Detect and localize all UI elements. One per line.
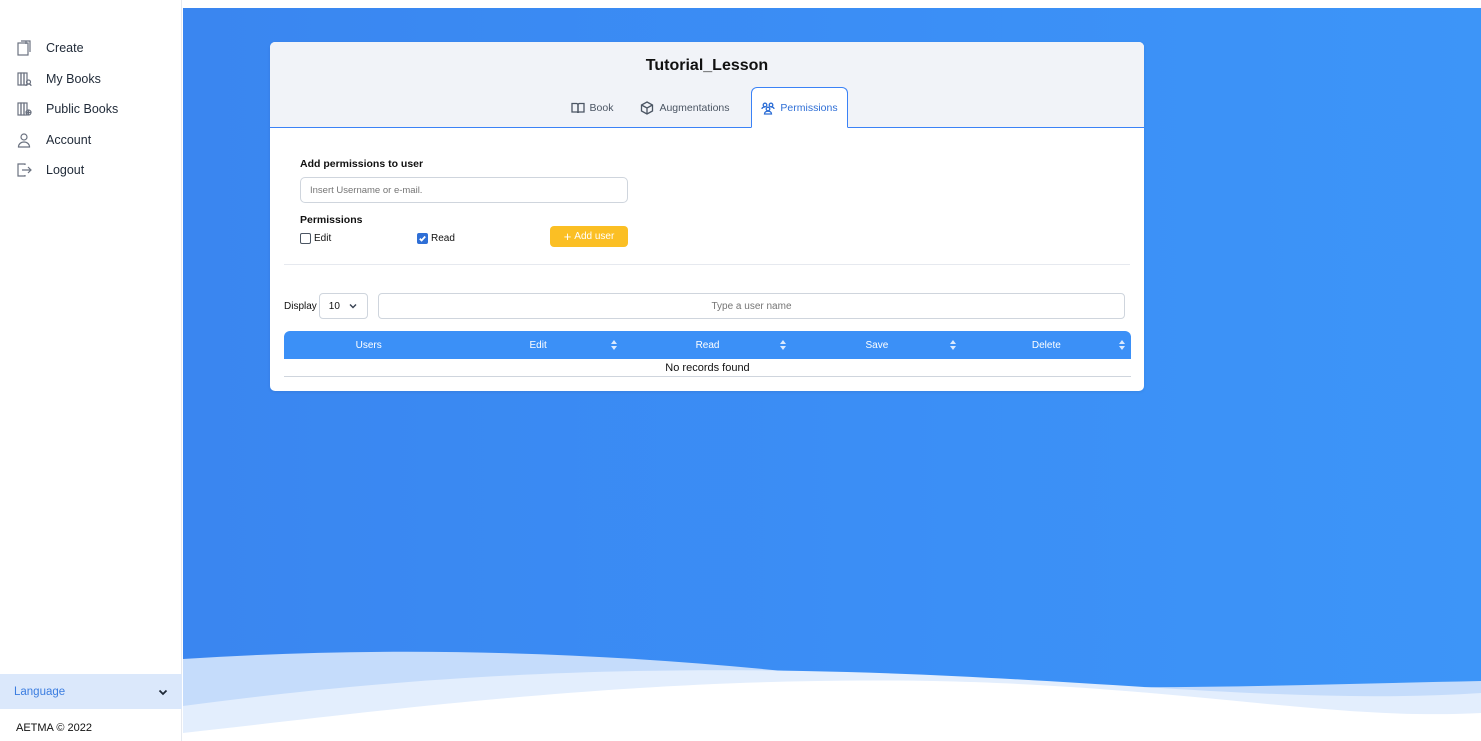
check-icon (419, 235, 426, 242)
column-header-users[interactable]: Users (284, 331, 453, 359)
sidebar-item-label: Public Books (46, 102, 119, 117)
checkbox-unchecked (300, 233, 311, 244)
column-label: Users (355, 339, 382, 351)
plus-icon: + (563, 229, 572, 244)
sidebar-item-label: Logout (46, 163, 85, 178)
language-select[interactable]: Language (0, 674, 182, 709)
background-wave (183, 651, 1481, 741)
add-user-button[interactable]: + Add user (550, 226, 628, 247)
main-area: Tutorial_Lesson Book Augmentations Permi… (183, 8, 1481, 741)
divider (284, 264, 1130, 265)
permissions-table: Users Edit Read Save Delete No records f… (284, 331, 1131, 377)
permissions-label: Permissions (300, 214, 363, 226)
account-icon (16, 132, 32, 148)
column-label: Read (695, 339, 720, 351)
sidebar-item-public-books[interactable]: Public Books (0, 94, 182, 125)
tab-bar: Book Augmentations Permissions (270, 86, 1144, 128)
public-books-icon (16, 101, 32, 117)
sidebar-item-label: Account (46, 132, 92, 147)
column-label: Save (865, 339, 889, 351)
tab-augmentations[interactable]: Augmentations (637, 88, 733, 128)
sort-icon (780, 339, 787, 351)
tab-label: Book (589, 102, 614, 114)
create-icon (16, 40, 32, 56)
add-permissions-label: Add permissions to user (300, 158, 424, 170)
sidebar-item-account[interactable]: Account (0, 125, 182, 156)
sort-icon (610, 339, 617, 351)
column-label: Delete (1031, 339, 1061, 351)
add-user-label: Add user (574, 231, 615, 242)
page-title: Tutorial_Lesson (645, 57, 769, 74)
username-input[interactable] (300, 177, 628, 203)
cube-icon (641, 101, 654, 115)
chevron-down-icon (349, 304, 357, 309)
logout-icon (16, 162, 32, 178)
edit-checkbox-label: Edit (314, 233, 332, 244)
my-books-icon (16, 71, 32, 87)
display-control: Display 10 (284, 293, 368, 319)
permissions-card: Tutorial_Lesson Book Augmentations Permi… (270, 42, 1144, 391)
tab-permissions[interactable]: Permissions (751, 87, 848, 128)
app: Create My Books Public Books Account Log… (0, 0, 1481, 741)
sidebar-item-logout[interactable]: Logout (0, 155, 182, 186)
book-icon (570, 102, 585, 114)
sidebar-item-label: My Books (46, 71, 101, 86)
table-header: Users Edit Read Save Delete (284, 331, 1131, 359)
sidebar-item-my-books[interactable]: My Books (0, 64, 182, 95)
sort-icon (1119, 339, 1126, 351)
sidebar-item-label: Create (46, 41, 84, 56)
column-header-save[interactable]: Save (792, 331, 961, 359)
page-size-value: 10 (328, 300, 340, 312)
footer-copyright: AETMA © 2022 (16, 722, 92, 734)
sidebar-nav: Create My Books Public Books Account Log… (0, 33, 182, 186)
column-label: Edit (529, 339, 547, 351)
column-header-read[interactable]: Read (623, 331, 792, 359)
column-header-delete[interactable]: Delete (962, 331, 1131, 359)
users-icon (761, 102, 776, 115)
page-size-select[interactable]: 10 (318, 293, 368, 319)
card-header: Tutorial_Lesson Book Augmentations Permi… (270, 42, 1144, 128)
display-label: Display (284, 300, 317, 312)
column-header-edit[interactable]: Edit (453, 331, 622, 359)
checkbox-checked (417, 233, 428, 244)
tab-book[interactable]: Book (566, 88, 618, 128)
tab-label: Augmentations (659, 102, 730, 114)
sort-icon (949, 339, 956, 351)
language-label: Language (14, 685, 66, 698)
sidebar-item-create[interactable]: Create (0, 33, 182, 64)
read-checkbox-label: Read (431, 233, 455, 244)
empty-table-message: No records found (284, 359, 1131, 377)
user-search-input[interactable] (378, 293, 1125, 319)
chevron-down-icon (158, 689, 168, 695)
read-checkbox[interactable]: Read (417, 233, 455, 244)
edit-checkbox[interactable]: Edit (300, 233, 331, 244)
tab-label: Permissions (780, 101, 838, 114)
sidebar: Create My Books Public Books Account Log… (0, 0, 182, 741)
